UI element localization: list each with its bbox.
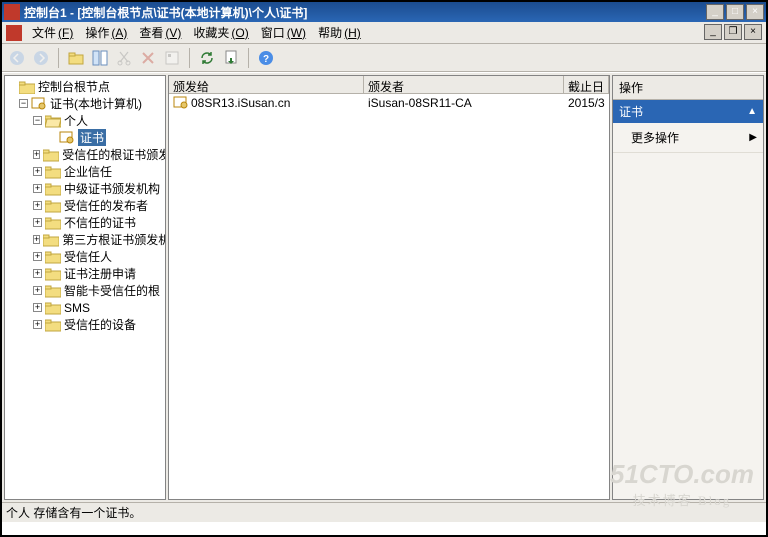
folder-icon xyxy=(43,148,59,162)
certificate-icon xyxy=(31,97,47,111)
tree-toggle[interactable]: + xyxy=(33,218,42,227)
tree-toggle[interactable]: + xyxy=(33,269,42,278)
folder-icon xyxy=(45,318,61,332)
tree-trusted-root-ca[interactable]: 受信任的根证书颁发机构 xyxy=(62,146,165,163)
col-expiry[interactable]: 截止日 xyxy=(564,76,609,93)
folder-icon xyxy=(45,165,61,179)
folder-icon xyxy=(45,250,61,264)
mdi-close-button[interactable]: × xyxy=(744,24,762,40)
tree-certificates-selected[interactable]: 证书 xyxy=(78,129,106,146)
certificate-icon xyxy=(59,131,75,145)
tree-toggle[interactable]: + xyxy=(33,201,42,210)
tree-cert-local[interactable]: 证书(本地计算机) xyxy=(50,95,142,112)
tree-toggle[interactable]: + xyxy=(33,184,42,193)
close-button[interactable]: × xyxy=(746,4,764,20)
refresh-button[interactable] xyxy=(196,47,218,69)
actions-category[interactable]: 证书 ▲ xyxy=(613,100,763,123)
tree-toggle[interactable]: − xyxy=(19,99,28,108)
folder-icon xyxy=(45,301,61,315)
maximize-button[interactable]: □ xyxy=(726,4,744,20)
toolbar-separator xyxy=(248,48,249,68)
list-pane: 颁发给 颁发者 截止日 08SR13.iSusan.cn iSusan-08SR… xyxy=(168,75,610,500)
mdi-restore-button[interactable]: ❐ xyxy=(724,24,742,40)
actions-pane: 操作 证书 ▲ 更多操作 ▶ xyxy=(612,75,764,500)
tree-toggle[interactable]: + xyxy=(33,303,42,312)
folder-icon xyxy=(45,267,61,281)
folder-icon xyxy=(19,80,35,94)
tree-thirdparty-root-ca[interactable]: 第三方根证书颁发机构 xyxy=(62,231,165,248)
chevron-up-icon: ▲ xyxy=(747,106,757,117)
export-list-button[interactable] xyxy=(220,47,242,69)
actions-header: 操作 xyxy=(613,76,763,100)
cell-issued-to: 08SR13.iSusan.cn xyxy=(191,96,290,110)
menu-window[interactable]: 窗口(W) xyxy=(255,22,312,43)
tree-toggle[interactable]: + xyxy=(33,167,42,176)
menu-view[interactable]: 查看(V) xyxy=(133,22,187,43)
menu-file[interactable]: 文件(F) xyxy=(26,22,79,43)
tree-root[interactable]: 控制台根节点 xyxy=(38,78,110,95)
folder-icon xyxy=(45,284,61,298)
toolbar-separator xyxy=(58,48,59,68)
col-issued-to[interactable]: 颁发给 xyxy=(169,76,364,93)
app-icon xyxy=(4,4,20,20)
minimize-button[interactable]: _ xyxy=(706,4,724,20)
tree-intermediate-ca[interactable]: 中级证书颁发机构 xyxy=(64,180,160,197)
menu-help[interactable]: 帮助(H) xyxy=(312,22,367,43)
tree-toggle[interactable]: + xyxy=(33,320,42,329)
menu-action[interactable]: 操作(A) xyxy=(79,22,133,43)
actions-more[interactable]: 更多操作 ▶ xyxy=(613,123,763,153)
window-title: 控制台1 - [控制台根节点\证书(本地计算机)\个人\证书] xyxy=(24,4,706,21)
folder-open-icon xyxy=(45,114,61,128)
tree-personal[interactable]: 个人 xyxy=(64,112,88,129)
tree-toggle[interactable]: + xyxy=(33,286,42,295)
tree-untrusted[interactable]: 不信任的证书 xyxy=(64,214,136,231)
forward-button[interactable] xyxy=(30,47,52,69)
toolbar-separator xyxy=(189,48,190,68)
cut-button[interactable] xyxy=(113,47,135,69)
menubar-app-icon xyxy=(6,25,22,41)
status-bar: 个人 存储含有一个证书。 xyxy=(2,502,766,522)
table-row[interactable]: 08SR13.iSusan.cn iSusan-08SR11-CA 2015/3 xyxy=(169,94,609,111)
tree-toggle[interactable]: + xyxy=(33,150,40,159)
menu-favorites[interactable]: 收藏夹(O) xyxy=(187,22,254,43)
tree-toggle[interactable]: − xyxy=(33,116,42,125)
tree-toggle[interactable]: + xyxy=(33,235,40,244)
mdi-minimize-button[interactable]: _ xyxy=(704,24,722,40)
tree-sms[interactable]: SMS xyxy=(64,301,90,315)
tree-smartcard-trusted[interactable]: 智能卡受信任的根 xyxy=(64,282,160,299)
chevron-right-icon: ▶ xyxy=(749,132,757,143)
back-button[interactable] xyxy=(6,47,28,69)
tree-enterprise-trust[interactable]: 企业信任 xyxy=(64,163,112,180)
tree-trusted-devices[interactable]: 受信任的设备 xyxy=(64,316,136,333)
svg-text:?: ? xyxy=(263,54,269,65)
tree-cert-enroll-req[interactable]: 证书注册申请 xyxy=(64,265,136,282)
cell-expiry: 2015/3 xyxy=(564,96,609,110)
col-issuer[interactable]: 颁发者 xyxy=(364,76,564,93)
properties-button[interactable] xyxy=(161,47,183,69)
folder-icon xyxy=(45,199,61,213)
show-hide-tree-button[interactable] xyxy=(89,47,111,69)
tree-trusted-publishers[interactable]: 受信任的发布者 xyxy=(64,197,148,214)
tree-toggle[interactable]: + xyxy=(33,252,42,261)
status-text: 个人 存储含有一个证书。 xyxy=(6,504,141,521)
cell-issuer: iSusan-08SR11-CA xyxy=(364,96,564,110)
up-level-button[interactable] xyxy=(65,47,87,69)
certificate-icon xyxy=(173,96,189,110)
delete-button[interactable] xyxy=(137,47,159,69)
folder-icon xyxy=(45,182,61,196)
help-button[interactable]: ? xyxy=(255,47,277,69)
tree-pane: 控制台根节点 − 证书(本地计算机) − 个人 证书 +受信任的根证书颁发机构 … xyxy=(4,75,166,500)
folder-icon xyxy=(43,233,59,247)
folder-icon xyxy=(45,216,61,230)
tree-trusted-people[interactable]: 受信任人 xyxy=(64,248,112,265)
